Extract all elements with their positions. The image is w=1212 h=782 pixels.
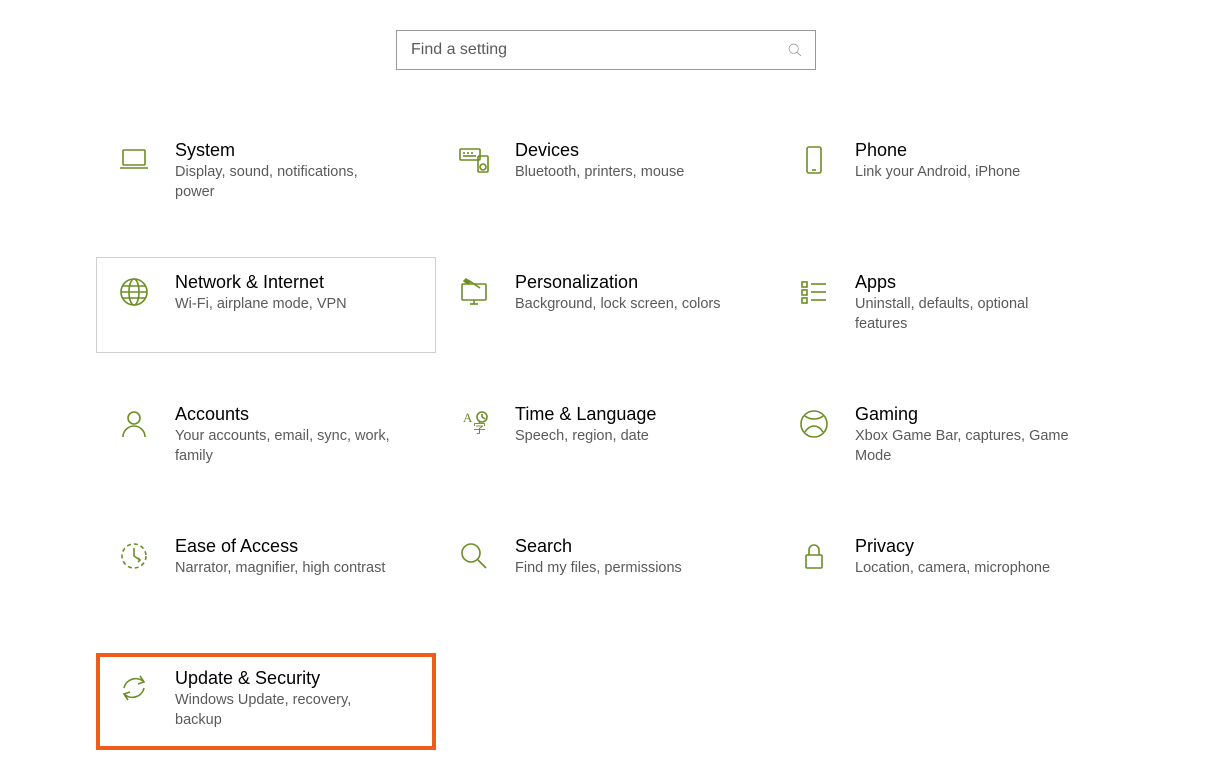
tile-title: System	[175, 140, 391, 161]
apps-list-icon	[791, 270, 837, 310]
tile-desc: Bluetooth, printers, mouse	[515, 163, 684, 183]
tile-network[interactable]: Network & Internet Wi-Fi, airplane mode,…	[96, 257, 436, 353]
update-sync-icon	[111, 666, 157, 706]
tile-title: Ease of Access	[175, 536, 385, 557]
tile-gaming[interactable]: Gaming Xbox Game Bar, captures, Game Mod…	[776, 389, 1116, 485]
tile-desc: Narrator, magnifier, high contrast	[175, 559, 385, 579]
svg-text:A: A	[463, 410, 473, 425]
ease-of-access-icon	[111, 534, 157, 574]
phone-icon	[791, 138, 837, 178]
tile-apps[interactable]: Apps Uninstall, defaults, optional featu…	[776, 257, 1116, 353]
tile-system[interactable]: System Display, sound, notifications, po…	[96, 125, 436, 221]
search-box[interactable]	[396, 30, 816, 70]
tile-update-security[interactable]: Update & Security Windows Update, recove…	[96, 653, 436, 749]
tile-desc: Link your Android, iPhone	[855, 163, 1020, 183]
settings-grid: System Display, sound, notifications, po…	[0, 125, 1212, 750]
tile-desc: Wi-Fi, airplane mode, VPN	[175, 295, 347, 315]
tile-search[interactable]: Search Find my files, permissions	[436, 521, 776, 617]
tile-desc: Background, lock screen, colors	[515, 295, 721, 315]
xbox-icon	[791, 402, 837, 442]
tile-title: Phone	[855, 140, 1020, 161]
tile-title: Search	[515, 536, 682, 557]
tile-title: Apps	[855, 272, 1071, 293]
tile-accounts[interactable]: Accounts Your accounts, email, sync, wor…	[96, 389, 436, 485]
tile-personalization[interactable]: Personalization Background, lock screen,…	[436, 257, 776, 353]
tile-ease-of-access[interactable]: Ease of Access Narrator, magnifier, high…	[96, 521, 436, 617]
lock-icon	[791, 534, 837, 574]
tile-title: Privacy	[855, 536, 1050, 557]
tile-title: Personalization	[515, 272, 721, 293]
tile-title: Network & Internet	[175, 272, 347, 293]
search-input[interactable]	[409, 40, 787, 60]
time-language-icon: A字	[451, 402, 497, 442]
tile-desc: Windows Update, recovery, backup	[175, 691, 391, 730]
tile-title: Gaming	[855, 404, 1071, 425]
svg-text:字: 字	[473, 421, 486, 436]
tile-time-language[interactable]: A字 Time & Language Speech, region, date	[436, 389, 776, 485]
search-icon	[787, 42, 803, 58]
paintbrush-monitor-icon	[451, 270, 497, 310]
tile-desc: Your accounts, email, sync, work, family	[175, 427, 391, 466]
tile-devices[interactable]: Devices Bluetooth, printers, mouse	[436, 125, 776, 221]
tile-title: Devices	[515, 140, 684, 161]
laptop-icon	[111, 138, 157, 178]
magnifier-icon	[451, 534, 497, 574]
tile-desc: Uninstall, defaults, optional features	[855, 295, 1071, 334]
globe-icon	[111, 270, 157, 310]
tile-privacy[interactable]: Privacy Location, camera, microphone	[776, 521, 1116, 617]
tile-desc: Find my files, permissions	[515, 559, 682, 579]
tile-desc: Xbox Game Bar, captures, Game Mode	[855, 427, 1071, 466]
tile-title: Accounts	[175, 404, 391, 425]
person-icon	[111, 402, 157, 442]
tile-title: Time & Language	[515, 404, 656, 425]
tile-title: Update & Security	[175, 668, 391, 689]
tile-desc: Location, camera, microphone	[855, 559, 1050, 579]
keyboard-speaker-icon	[451, 138, 497, 178]
tile-phone[interactable]: Phone Link your Android, iPhone	[776, 125, 1116, 221]
tile-desc: Speech, region, date	[515, 427, 656, 447]
tile-desc: Display, sound, notifications, power	[175, 163, 391, 202]
